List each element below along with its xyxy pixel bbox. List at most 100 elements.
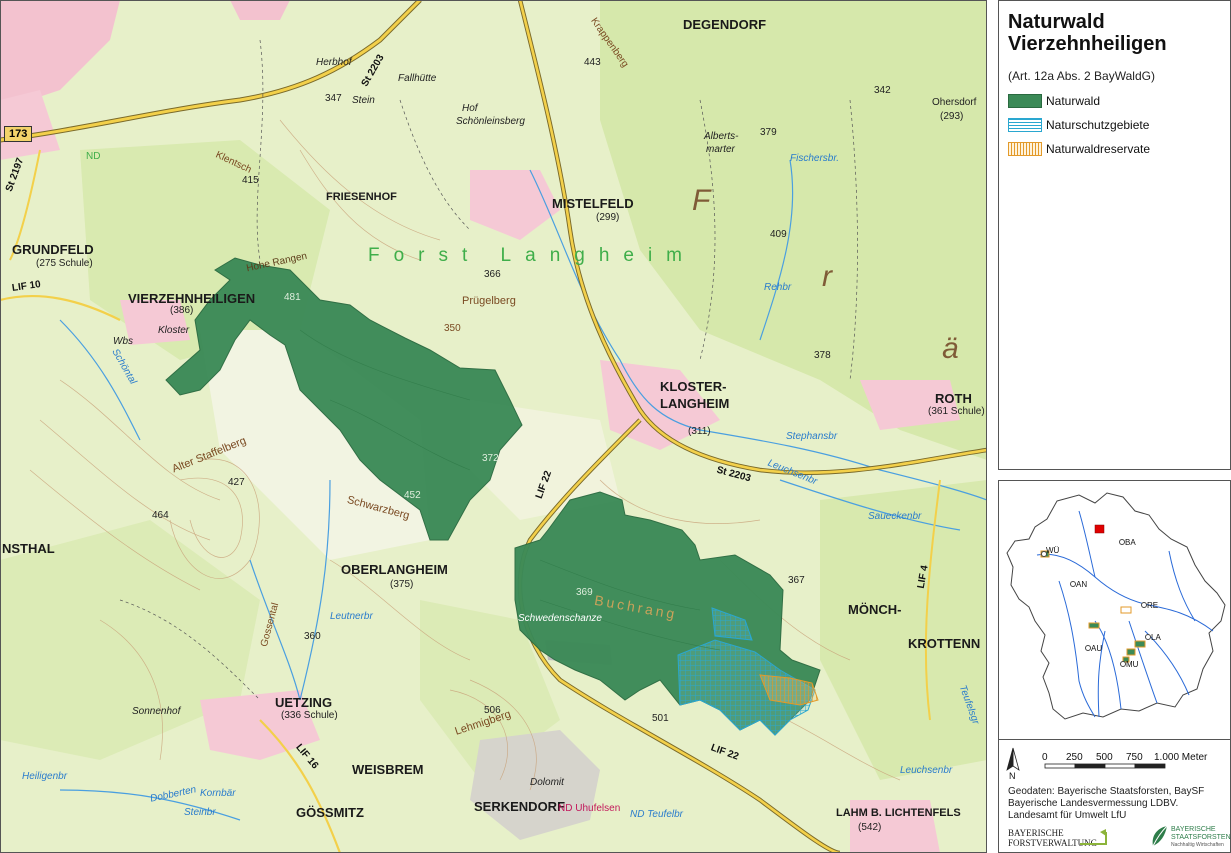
- label-herbhof: Herbhof: [316, 57, 352, 68]
- label-rehbr: Rehbr: [764, 282, 792, 293]
- place-grundfeld: GRUNDFELD: [12, 242, 94, 257]
- label-schwedenschanze: Schwedenschanze: [518, 613, 602, 624]
- label-fallhuette: Fallhütte: [398, 73, 437, 84]
- label-nd-teufel: ND Teufelbr: [630, 809, 683, 820]
- place-kloster: KLOSTER-: [660, 379, 727, 394]
- height-label: 501: [652, 713, 669, 724]
- city-label-la: LA: [1151, 633, 1161, 642]
- topographic-map[interactable]: DEGENDORF GRUNDFELD (275 Schule) VIERZEH…: [0, 0, 987, 853]
- legend-title-line2: Vierzehnheiligen: [1008, 33, 1167, 55]
- height-label: 379: [760, 127, 777, 138]
- label-nd: ND: [86, 151, 101, 162]
- overview-inset-map: BA WÜ AN RE LA AU MU: [998, 480, 1231, 740]
- height-label: 415: [242, 175, 259, 186]
- scale-bar: N 0 250 500 750 1.000 Meter: [1006, 747, 1208, 780]
- label-nd-uhufelsen: ND Uhufelsen: [558, 803, 621, 814]
- height-label: 350: [444, 323, 461, 334]
- height-label: 369: [576, 587, 593, 598]
- road-shield-173: 173: [4, 126, 33, 142]
- legend-title-line1: Naturwald: [1008, 11, 1105, 33]
- label-stephansbr: Stephansbr: [786, 431, 838, 442]
- credit-line-3: Landesamt für Umwelt LfU: [1008, 810, 1127, 821]
- place-langheim-sub: (311): [688, 426, 711, 437]
- scale-tick: 750: [1126, 752, 1143, 763]
- legend-title: Naturwald Vierzehnheiligen: [1008, 11, 1167, 55]
- location-marker-icon: [1094, 524, 1105, 534]
- logo-right-line3: Nachhaltig Wirtschaften: [1171, 842, 1224, 848]
- label-pruegelberg: Prügelberg: [462, 295, 516, 307]
- place-oberlangheim: OBERLANGHEIM: [341, 562, 448, 577]
- label-sonnenhof: Sonnenhof: [132, 706, 181, 717]
- place-nsthal: NSTHAL: [2, 541, 55, 556]
- place-grundfeld-sub: (275 Schule): [36, 258, 93, 269]
- label-kornbaer: Kornbär: [200, 788, 236, 799]
- place-roth-sub: (361 Schule): [928, 406, 985, 417]
- height-label: 506: [484, 705, 501, 716]
- scale-tick: 250: [1066, 752, 1083, 763]
- forstverwaltung-logo: BAYERISCHE FORSTVERWALTUNG: [1008, 828, 1118, 850]
- height-label: 342: [874, 85, 891, 96]
- legend-subtitle: (Art. 12a Abs. 2 BayWaldG): [1008, 69, 1155, 83]
- place-vierzehnheiligen-sub: (386): [170, 305, 194, 316]
- forest-marker-icon: [1126, 648, 1136, 656]
- bavaria-outline-map: BA WÜ AN RE LA AU MU: [1006, 492, 1226, 720]
- place-langheim: LANGHEIM: [660, 396, 730, 411]
- place-ohersdorf-sub: (293): [940, 111, 964, 122]
- label-leutnerbr: Leutnerbr: [330, 611, 373, 622]
- label-fischersbr: Fischersbr.: [790, 153, 840, 164]
- label-saueckenbr: Saueckenbr: [868, 511, 922, 522]
- legend-label: Naturwaldreservate: [1046, 142, 1151, 156]
- big-letter-ae: ä: [942, 332, 959, 365]
- label-steinbr: Steinbr: [184, 807, 216, 818]
- place-ohersdorf: Ohersdorf: [932, 97, 977, 108]
- forstverwaltung-logo-icon: [1080, 829, 1107, 845]
- height-label: 378: [814, 350, 831, 361]
- forest-marker-icon: [1088, 622, 1100, 629]
- place-vierzehnheiligen: VIERZEHNHEILIGEN: [128, 291, 256, 306]
- label-wbs: Wbs: [113, 336, 133, 347]
- place-goessmitz: GÖSSMITZ: [296, 805, 364, 820]
- city-label-wue: WÜ: [1046, 546, 1060, 555]
- orange-hatched-swatch-icon: [1008, 142, 1042, 156]
- city-label-mu: MU: [1126, 660, 1139, 669]
- scale-tick: 500: [1096, 752, 1113, 763]
- label-leuchsenbr-2: Leuchsenbr: [900, 765, 953, 776]
- legend-label: Naturwald: [1046, 94, 1101, 108]
- scale-tick: 1.000 Meter: [1154, 752, 1208, 763]
- bavaria-outline: [1006, 492, 1226, 720]
- legend-label: Naturschutzgebiete: [1046, 118, 1150, 132]
- legend-box: Naturwald Vierzehnheiligen (Art. 12a Abs…: [998, 0, 1231, 470]
- side-panel: Naturwald Vierzehnheiligen (Art. 12a Abs…: [987, 0, 1231, 853]
- logo-right-line2: STAATSFORSTEN: [1171, 834, 1231, 841]
- place-moench: MÖNCH-: [848, 602, 902, 617]
- height-label: 427: [228, 477, 245, 488]
- credit-line-1: Geodaten: Bayerische Staatsforsten, BayS…: [1008, 786, 1205, 797]
- height-label: 347: [325, 93, 342, 104]
- north-label: N: [1009, 771, 1016, 780]
- label-stein: Stein: [352, 95, 375, 106]
- label-heiligenbr: Heiligenbr: [22, 771, 68, 782]
- city-label-au: AU: [1091, 644, 1102, 653]
- height-label: 452: [404, 490, 421, 501]
- height-label: 366: [484, 269, 501, 280]
- credits: Geodaten: Bayerische Staatsforsten, BayS…: [1008, 786, 1204, 822]
- settlement-north: [230, 0, 290, 20]
- place-oberlangheim-sub: (375): [390, 579, 414, 590]
- height-label: 367: [788, 575, 805, 586]
- big-letter-r: r: [822, 260, 832, 293]
- staatsforsten-logo: BAYERISCHE STAATSFORSTEN Nachhaltig Wirt…: [1149, 824, 1231, 850]
- height-label: 360: [304, 631, 321, 642]
- forest-label: Forst Langheim: [368, 245, 697, 266]
- label-hof: Hof: [462, 103, 478, 114]
- place-lahm-sub: (542): [858, 822, 882, 833]
- city-label-an: AN: [1076, 580, 1087, 589]
- height-label: 443: [584, 57, 601, 68]
- solid-green-swatch-icon: [1008, 94, 1042, 108]
- place-lahm: LAHM B. LICHTENFELS: [836, 807, 961, 819]
- height-label: 464: [152, 510, 169, 521]
- scale-ticks: 0 250 500 750 1.000 Meter: [1042, 752, 1208, 763]
- place-krottenn: KROTTENN: [908, 636, 981, 651]
- north-arrow-icon: [1006, 747, 1020, 771]
- credit-line-2: Bayerische Landesvermessung LDBV.: [1008, 798, 1179, 809]
- place-friesenhof: FRIESENHOF: [326, 191, 397, 203]
